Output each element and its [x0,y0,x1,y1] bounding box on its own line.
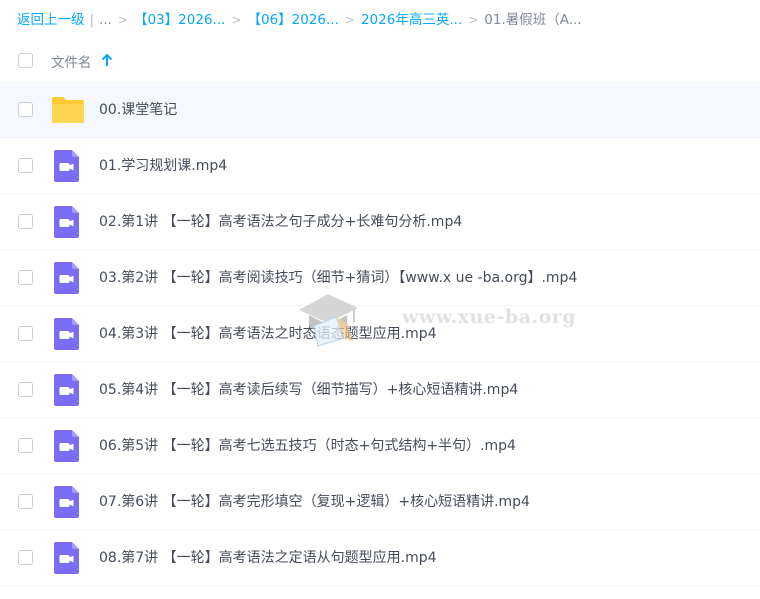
folder-icon [52,97,84,123]
back-link[interactable]: 返回上一级 [17,10,85,30]
video-file-icon [54,374,79,406]
row-checkbox[interactable] [18,326,33,341]
breadcrumb-current: 01.暑假班（A... [484,12,582,28]
list-item[interactable]: 00.课堂笔记 [0,82,760,138]
list-item[interactable]: 03.第2讲 【一轮】高考阅读技巧（细节+猜词）【www.x ue -ba.or… [0,250,760,306]
row-checkbox[interactable] [18,550,33,565]
column-title-filename[interactable]: 文件名 [51,51,92,71]
breadcrumb-item-2[interactable]: 【06】2026... [247,10,338,30]
list-item[interactable]: 07.第6讲 【一轮】高考完形填空（复现+逻辑）+核心短语精讲.mp4 [0,474,760,530]
video-file-icon [54,542,79,574]
file-name[interactable]: 07.第6讲 【一轮】高考完形填空（复现+逻辑）+核心短语精讲.mp4 [99,474,530,530]
file-name[interactable]: 00.课堂笔记 [99,82,177,138]
chevron-right-icon: > [468,13,479,27]
list-item[interactable]: 05.第4讲 【一轮】高考读后续写（细节描写）+核心短语精讲.mp4 [0,362,760,418]
video-file-icon [54,486,79,518]
select-all-checkbox[interactable] [18,53,33,68]
file-list-header: 文件名 [0,40,760,83]
list-item[interactable]: 02.第1讲 【一轮】高考语法之句子成分+长难句分析.mp4 [0,194,760,250]
breadcrumb-item-1[interactable]: 【03】2026... [134,10,225,30]
video-file-icon [54,150,79,182]
file-name[interactable]: 04.第3讲 【一轮】高考语法之时态语态题型应用.mp4 [99,306,437,362]
file-name[interactable]: 05.第4讲 【一轮】高考读后续写（细节描写）+核心短语精讲.mp4 [99,362,518,418]
list-item[interactable]: 04.第3讲 【一轮】高考语法之时态语态题型应用.mp4 [0,306,760,362]
list-item[interactable]: 01.学习规划课.mp4 [0,138,760,194]
file-name[interactable]: 03.第2讲 【一轮】高考阅读技巧（细节+猜词）【www.x ue -ba.or… [99,250,577,306]
row-checkbox[interactable] [18,270,33,285]
breadcrumb-divider: | [89,12,95,28]
video-file-icon [54,430,79,462]
chevron-right-icon: > [344,13,355,27]
file-name[interactable]: 08.第7讲 【一轮】高考语法之定语从句题型应用.mp4 [99,530,437,586]
video-file-icon [54,318,79,350]
chevron-right-icon: > [117,13,128,27]
breadcrumb: 返回上一级 | ... > 【03】2026... > 【06】2026... … [17,10,582,30]
list-item[interactable]: 06.第5讲 【一轮】高考七选五技巧（时态+句式结构+半句）.mp4 [0,418,760,474]
file-name[interactable]: 02.第1讲 【一轮】高考语法之句子成分+长难句分析.mp4 [99,194,462,250]
file-name[interactable]: 01.学习规划课.mp4 [99,138,227,194]
chevron-right-icon: > [231,13,242,27]
row-checkbox[interactable] [18,382,33,397]
arrow-up-icon[interactable] [101,53,113,67]
file-list: 00.课堂笔记 01.学习规划课.mp4 02.第1讲 【一轮】高考语法之句子成… [0,82,760,586]
file-name[interactable]: 06.第5讲 【一轮】高考七选五技巧（时态+句式结构+半句）.mp4 [99,418,516,474]
video-file-icon [54,262,79,294]
video-file-icon [54,206,79,238]
row-checkbox[interactable] [18,102,33,117]
breadcrumb-item-3[interactable]: 2026年高三英... [361,10,462,30]
list-item[interactable]: 08.第7讲 【一轮】高考语法之定语从句题型应用.mp4 [0,530,760,586]
row-checkbox[interactable] [18,438,33,453]
row-checkbox[interactable] [18,494,33,509]
row-checkbox[interactable] [18,214,33,229]
breadcrumb-ellipsis[interactable]: ... [99,10,112,30]
row-checkbox[interactable] [18,158,33,173]
